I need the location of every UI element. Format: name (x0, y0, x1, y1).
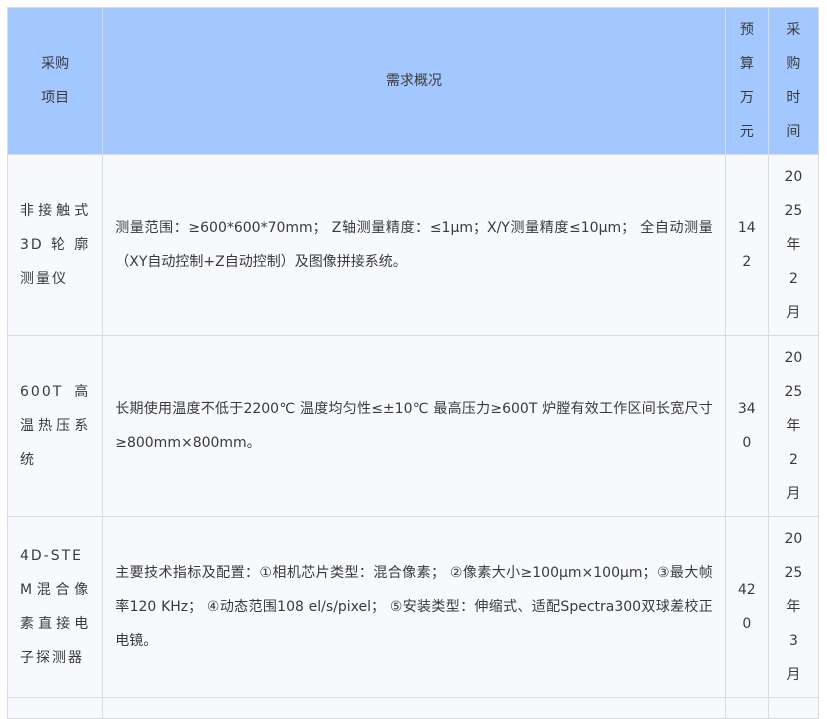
cell-budget: 142 (724, 154, 769, 336)
cell-budget-value: 420 (737, 582, 756, 632)
cell-budget-value: 340 (737, 401, 756, 451)
header-time-label: 采购时间 (786, 22, 801, 140)
header-budget: 预算万元 (724, 7, 769, 155)
cell-time: 2025年2月 (767, 154, 820, 336)
header-item-label: 采购项目 (41, 56, 70, 106)
cell-time-value: 2025年2月 (784, 350, 803, 502)
cell-empty (724, 697, 769, 719)
header-item: 采购项目 (6, 7, 104, 155)
procurement-table: 采购项目 需求概况 预算万元 采购时间 非接触式3D轮廓测量仪 测量范围：≥60… (6, 7, 820, 719)
header-requirement: 需求概况 (102, 7, 726, 155)
cell-time: 2025年2月 (767, 335, 820, 517)
header-budget-label: 预算万元 (739, 22, 754, 140)
table-row: 4D-STEM混合像素直接电子探测器 主要技术指标及配置：①相机芯片类型：混合像… (6, 516, 820, 698)
cell-budget: 420 (724, 516, 769, 698)
cell-budget: 340 (724, 335, 769, 517)
cell-time-value: 2025年3月 (784, 531, 803, 683)
table-row-partial (6, 697, 820, 719)
cell-empty (6, 697, 104, 719)
cell-time: 2025年3月 (767, 516, 820, 698)
table-row: 600T高温热压系统 长期使用温度不低于2200℃ 温度均匀性≤±10℃ 最高压… (6, 335, 820, 517)
cell-empty (102, 697, 726, 719)
table-row: 非接触式3D轮廓测量仪 测量范围：≥600*600*70mm； Z轴测量精度：≤… (6, 154, 820, 336)
cell-requirement: 测量范围：≥600*600*70mm； Z轴测量精度：≤1μm；X/Y测量精度≤… (102, 154, 726, 336)
cell-requirement: 主要技术指标及配置：①相机芯片类型：混合像素； ②像素大小≥100μm×100μ… (102, 516, 726, 698)
cell-item: 非接触式3D轮廓测量仪 (6, 154, 104, 336)
cell-empty (767, 697, 820, 719)
cell-item: 4D-STEM混合像素直接电子探测器 (6, 516, 104, 698)
cell-requirement: 长期使用温度不低于2200℃ 温度均匀性≤±10℃ 最高压力≥600T 炉膛有效… (102, 335, 726, 517)
cell-item: 600T高温热压系统 (6, 335, 104, 517)
cell-budget-value: 142 (737, 220, 756, 270)
table-header-row: 采购项目 需求概况 预算万元 采购时间 (6, 7, 820, 155)
header-requirement-label: 需求概况 (386, 73, 442, 89)
cell-time-value: 2025年2月 (784, 169, 803, 321)
header-time: 采购时间 (767, 7, 820, 155)
